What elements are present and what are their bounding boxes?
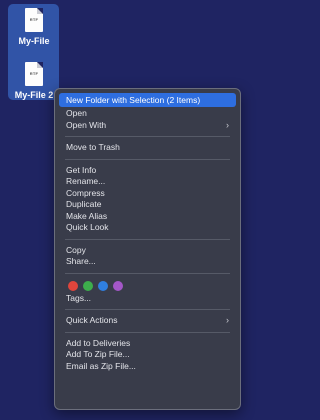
tag-green-dot[interactable] [83,280,93,291]
menu-item-share[interactable]: Share... [59,256,236,268]
menu-separator [65,158,230,160]
chevron-right-icon: › [226,119,229,130]
menu-separator [65,238,230,240]
menu-item-compress[interactable]: Compress [59,188,236,200]
menu-separator [65,309,230,310]
chevron-right-icon: › [226,315,229,325]
menu-item-copy[interactable]: Copy [59,245,236,257]
desktop: RTF My-File RTF My-File 2 New Folder wit… [0,0,249,420]
tag-purple-dot[interactable] [113,280,123,291]
menu-item-quick-look[interactable]: Quick Look [59,222,236,234]
menu-item-email-as-zip-file[interactable]: Email as Zip File... [59,361,236,373]
tag-red-dot[interactable] [68,280,78,291]
menu-separator [65,331,230,333]
menu-item-open[interactable]: Open [59,108,236,120]
menu-item-new-folder-with-selection[interactable]: New Folder with Selection (2 Items) [59,93,236,107]
menu-item-make-alias[interactable]: Make Alias [59,211,236,223]
document-icon: RTF [25,62,43,86]
menu-item-move-to-trash[interactable]: Move to Trash [59,142,236,154]
menu-item-duplicate[interactable]: Duplicate [59,199,236,211]
menu-item-get-info[interactable]: Get Info [59,165,236,177]
menu-item-label: Open With [66,119,107,130]
tag-colors-row [59,279,236,293]
file-icon-my-file[interactable]: RTF My-File [4,8,64,46]
document-icon: RTF [25,8,43,32]
menu-item-tags[interactable]: Tags... [59,293,236,305]
menu-separator [65,272,230,274]
file-name: My-File [18,36,50,46]
menu-item-rename[interactable]: Rename... [59,176,236,188]
menu-item-add-to-zip-file[interactable]: Add To Zip File... [59,349,236,361]
menu-item-open-with[interactable]: Open With › [59,120,236,132]
menu-item-quick-actions[interactable]: Quick Actions › [59,315,236,327]
menu-item-add-to-deliveries[interactable]: Add to Deliveries [59,338,236,350]
menu-item-label: Quick Actions [66,315,118,325]
tag-blue-dot[interactable] [98,280,108,291]
context-menu: New Folder with Selection (2 Items) Open… [54,88,241,410]
menu-separator [65,136,230,137]
